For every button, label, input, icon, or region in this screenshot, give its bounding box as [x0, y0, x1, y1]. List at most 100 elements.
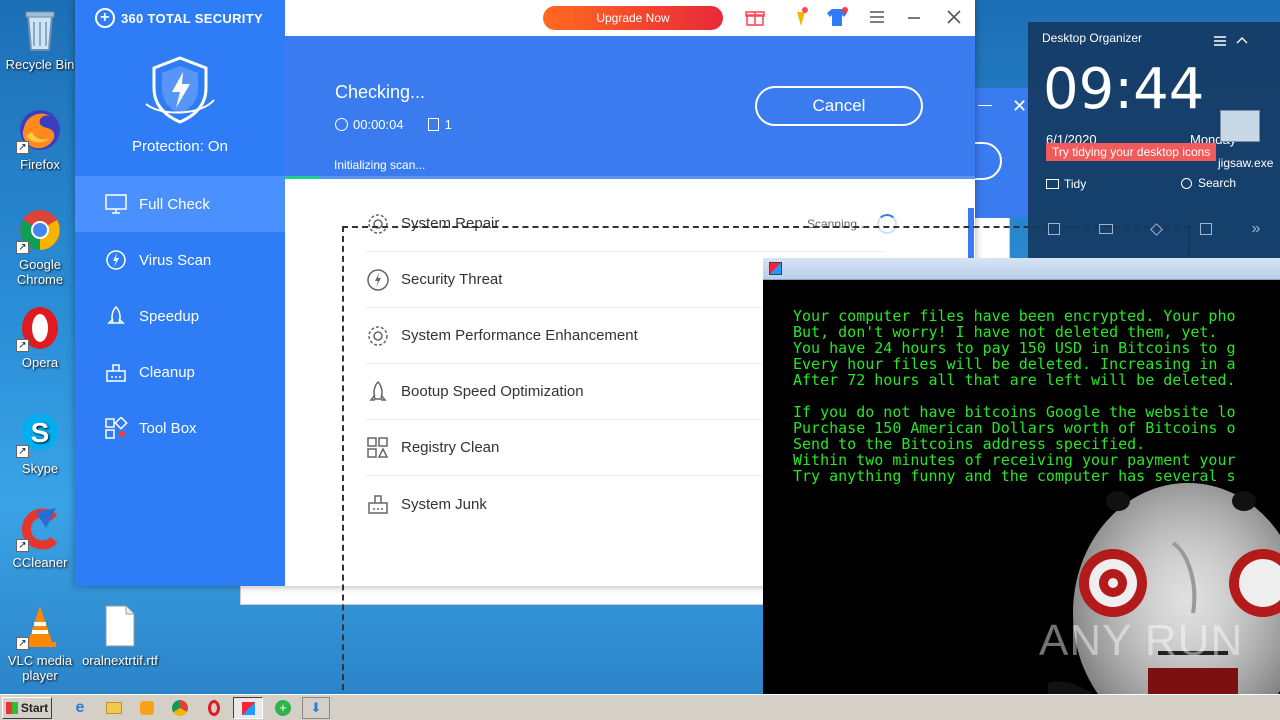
opera-icon[interactable] [200, 697, 228, 719]
jigsaw-window: Your computer files have been encrypted.… [763, 258, 1280, 720]
progress-fill [285, 176, 320, 179]
item-count: 1 [444, 117, 452, 132]
ccleaner-icon: ↗ [16, 504, 64, 552]
minimize-icon[interactable] [907, 10, 921, 29]
shortcut-arrow-icon: ↗ [16, 539, 29, 552]
desktop-icon-skype[interactable]: S ↗ Skype [0, 410, 80, 476]
nav-virus-scan[interactable]: Virus Scan [75, 232, 285, 288]
crop-icon[interactable] [1098, 224, 1113, 234]
monitor-icon [103, 193, 129, 215]
opera-icon: ↗ [16, 304, 64, 352]
progress-track [285, 176, 975, 179]
desktop-icon-label: CCleaner [12, 555, 68, 570]
search-icon [1181, 177, 1192, 189]
edit-icon[interactable] [1200, 223, 1213, 235]
desktop-icon-label: oralnextrtif.rtf [82, 653, 158, 668]
monitor-icon [1046, 179, 1059, 189]
upgrade-button[interactable]: Upgrade Now [543, 6, 723, 30]
skin-shirt-icon[interactable] [825, 7, 849, 32]
shortcut-arrow-icon: ↗ [16, 339, 29, 352]
desktop-organizer: Desktop Organizer 09:44 6/1/2020 Monday … [1028, 22, 1280, 258]
file-label: jigsaw.exe [1218, 156, 1274, 170]
firefox-icon: ↗ [16, 106, 64, 154]
desktop-icon-rtf-file[interactable]: oralnextrtif.rtf [80, 602, 160, 668]
chevron-up-icon[interactable] [1236, 32, 1248, 50]
sidebar: + 360 TOTAL SECURITY Protection: On Full… [75, 0, 285, 586]
desktop-icon-recycle-bin[interactable]: Recycle Bin [0, 6, 80, 72]
gift-icon[interactable] [745, 7, 765, 32]
cancel-button[interactable]: Cancel [755, 86, 923, 126]
tidy-button[interactable]: Tidy [1046, 177, 1086, 191]
recycle-bin-icon [16, 6, 64, 54]
desktop-icon-label: Opera [21, 355, 59, 370]
nav-label: Cleanup [139, 363, 195, 381]
vlc-cone-icon: ↗ [16, 602, 64, 650]
nav-cleanup[interactable]: Cleanup [75, 344, 285, 400]
desktop-icon-google-chrome[interactable]: ↗ Google Chrome [0, 206, 80, 287]
ransom-message: Your computer files have been encrypted.… [793, 308, 1236, 484]
shortcut-arrow-icon: ↗ [16, 241, 29, 254]
skype-icon: S ↗ [16, 410, 64, 458]
shield-icon [140, 54, 220, 131]
menu-icon[interactable] [1214, 33, 1226, 51]
folder-icon[interactable] [100, 697, 128, 719]
diamond-icon[interactable] [1150, 222, 1163, 236]
desktop-icon-label: Skype [21, 461, 59, 476]
clock-icon [335, 118, 348, 131]
desktop-icon-firefox[interactable]: ↗ Firefox [0, 106, 80, 172]
watermark-text: ANY RUN [1039, 616, 1244, 665]
security360-task-icon[interactable]: + [269, 697, 297, 719]
minimize-icon[interactable]: — [978, 96, 992, 112]
ie-icon[interactable]: e [66, 697, 94, 719]
status-title: Checking... [335, 82, 426, 102]
jigsaw-face-image [1048, 483, 1280, 720]
document-icon [96, 602, 144, 650]
chrome-icon: ↗ [16, 206, 64, 254]
desktop-icon-ccleaner[interactable]: ↗ CCleaner [0, 504, 80, 570]
nav-full-check[interactable]: Full Check [75, 176, 285, 232]
brand: + 360 TOTAL SECURITY [95, 8, 263, 28]
clock-time: 09:44 [1043, 57, 1205, 122]
desktop-icon-vlc[interactable]: ↗ VLC media player [0, 602, 80, 683]
pen-icon[interactable] [793, 6, 809, 33]
jigsaw-title-bar [763, 258, 1280, 280]
close-icon[interactable] [947, 10, 961, 29]
shortcut-arrow-icon: ↗ [16, 445, 29, 458]
lightning-icon [103, 249, 129, 271]
elapsed-time: 00:00:04 [353, 117, 404, 132]
protection-status: Protection: On [132, 138, 228, 155]
desktop-icon-opera[interactable]: ↗ Opera [0, 304, 80, 370]
brand-name: 360 TOTAL SECURITY [121, 10, 263, 26]
search-label: Search [1198, 176, 1237, 190]
copy-icon[interactable] [1047, 223, 1060, 235]
document-icon [427, 118, 439, 131]
desktop-icon-label: Recycle Bin [5, 57, 75, 72]
rocket-icon [103, 305, 129, 327]
elapsed-row: 00:00:04 1 [335, 117, 452, 132]
start-button[interactable]: Start [2, 697, 52, 719]
double-chevron-right-icon[interactable]: » [1251, 220, 1260, 238]
nav-tool-box[interactable]: Tool Box [75, 400, 285, 456]
nav-label: Tool Box [139, 419, 197, 437]
organizer-title: Desktop Organizer [1042, 31, 1143, 45]
chrome-icon[interactable] [166, 697, 194, 719]
plus-logo-icon: + [95, 8, 115, 28]
scan-status: Initializing scan... [334, 158, 426, 172]
title-bar: Upgrade Now [285, 0, 975, 36]
desktop-icon-label: VLC media player [7, 653, 73, 683]
close-icon[interactable]: ✕ [1012, 96, 1027, 117]
download-task-icon[interactable]: ⬇ [302, 697, 330, 719]
desktop-icon-label: Firefox [20, 157, 60, 172]
toolbox-icon [103, 417, 129, 439]
menu-icon[interactable] [869, 10, 885, 29]
nav-speedup[interactable]: Speedup [75, 288, 285, 344]
jigsaw-task-icon[interactable] [233, 697, 263, 719]
tidy-label: Tidy [1064, 177, 1087, 191]
shortcut-arrow-icon: ↗ [16, 637, 29, 650]
file-thumb-icon[interactable] [1220, 110, 1260, 142]
media-player-icon[interactable] [133, 697, 161, 719]
svg-text:S: S [31, 417, 50, 448]
nav-label: Speedup [139, 307, 200, 325]
tidy-tooltip: Try tidying your desktop icons [1046, 143, 1217, 161]
search-button[interactable]: Search [1181, 176, 1236, 190]
